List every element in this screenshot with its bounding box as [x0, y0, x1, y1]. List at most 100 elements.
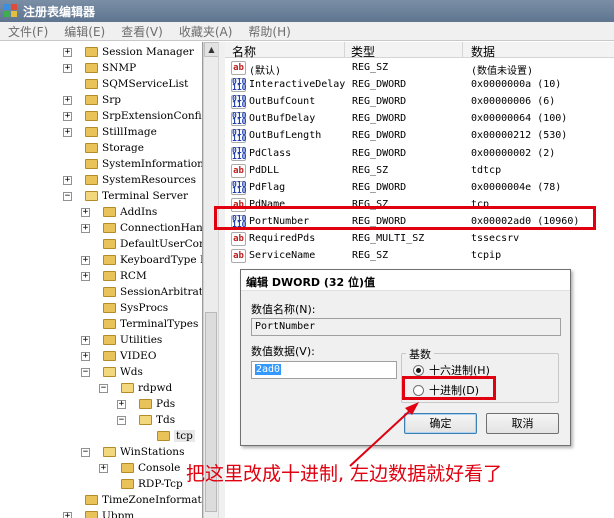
collapse-icon[interactable]: −	[81, 448, 90, 457]
tree-item-label: Utilities	[120, 334, 163, 346]
value-data: 0x00000002 (2)	[471, 147, 556, 159]
tree-item[interactable]: Console	[121, 460, 180, 476]
regedit-icon	[4, 4, 18, 18]
value-row[interactable]: 010 110 OutBufLength REG_DWORD 0x00000212 (…	[225, 128, 614, 145]
expand-icon[interactable]: +	[63, 128, 72, 137]
collapse-icon[interactable]: −	[81, 368, 90, 377]
tree-item[interactable]: Terminal Server	[85, 188, 188, 204]
expand-icon[interactable]: +	[63, 176, 72, 185]
tree-item-label: Tds	[156, 414, 176, 426]
expand-icon[interactable]: +	[81, 352, 90, 361]
tree-item[interactable]: RDP-Tcp	[121, 476, 183, 492]
tree-item[interactable]: WinStations	[103, 444, 184, 460]
cancel-button[interactable]: 取消	[486, 413, 559, 434]
tree-item[interactable]: rdpwd	[121, 380, 172, 396]
tree-item[interactable]: TerminalTypes	[103, 316, 198, 332]
registry-tree[interactable]: + Session Manager + SNMP SQMServiceList + Srp +…	[0, 42, 203, 518]
tree-item-label: SystemResources	[102, 174, 196, 186]
collapse-icon[interactable]: −	[117, 416, 126, 425]
menu-help[interactable]: 帮助(H)	[240, 23, 298, 40]
expand-icon[interactable]: +	[81, 336, 90, 345]
tree-item[interactable]: SystemInformation	[85, 156, 202, 172]
tree-item[interactable]: Pds	[139, 396, 175, 412]
tree-item-label: SNMP	[102, 62, 137, 74]
tree-item[interactable]: ConnectionHandler	[103, 220, 202, 236]
value-row[interactable]: 010 110 OutBufDelay REG_DWORD 0x00000064 (1…	[225, 111, 614, 128]
value-data: 0x00000064 (100)	[471, 113, 568, 125]
tree-item[interactable]: VIDEO	[103, 348, 156, 364]
expand-icon[interactable]: +	[63, 112, 72, 121]
menu-file[interactable]: 文件(F)	[0, 23, 56, 40]
tree-item[interactable]: Storage	[85, 140, 144, 156]
tree-item[interactable]: Tds	[139, 412, 175, 428]
column-type-header[interactable]: 类型	[351, 43, 375, 60]
tree-item[interactable]: StillImage	[85, 124, 157, 140]
tree-item[interactable]: Ubpm	[85, 508, 134, 518]
value-row[interactable]: ab ServiceName REG_SZ tcpip	[225, 248, 614, 265]
expand-icon[interactable]: +	[63, 48, 72, 57]
column-name-header[interactable]: 名称	[232, 43, 256, 60]
folder-icon	[103, 207, 116, 217]
folder-icon	[85, 143, 98, 153]
scroll-up-icon[interactable]: ▲	[204, 42, 219, 57]
menu-view[interactable]: 查看(V)	[113, 23, 171, 40]
string-value-icon: ab	[231, 163, 246, 178]
expand-icon[interactable]: +	[81, 272, 90, 281]
folder-icon	[85, 47, 98, 57]
tree-item[interactable]: AddIns	[103, 204, 157, 220]
pane-splitter[interactable]	[218, 42, 225, 518]
ok-button[interactable]: 确定	[404, 413, 477, 434]
tree-item[interactable]: Session Manager	[85, 44, 194, 60]
collapse-icon[interactable]: −	[99, 384, 108, 393]
expand-icon[interactable]: +	[99, 464, 108, 473]
value-row[interactable]: 010 110 PdClass REG_DWORD 0x00000002 (2)	[225, 146, 614, 163]
expand-icon[interactable]: +	[81, 224, 90, 233]
expand-icon[interactable]: +	[63, 96, 72, 105]
tree-item[interactable]: Utilities	[103, 332, 162, 348]
folder-icon	[85, 191, 98, 201]
value-row[interactable]: ab (默认) REG_SZ (数值未设置)	[225, 60, 614, 77]
menu-favorites[interactable]: 收藏夹(A)	[171, 23, 241, 40]
tree-item[interactable]: SQMServiceList	[85, 76, 188, 92]
value-row[interactable]: 010 110 OutBufCount REG_DWORD 0x00000006 (6…	[225, 94, 614, 111]
tree-item-label: Storage	[102, 142, 144, 154]
value-row[interactable]: ab PdDLL REG_SZ tdtcp	[225, 163, 614, 180]
tree-item[interactable]: TimeZoneInformation	[85, 492, 202, 508]
tree-item[interactable]: SystemResources	[85, 172, 196, 188]
tree-item-label: SrpExtensionConfig	[102, 110, 203, 122]
tree-item[interactable]: Srp	[85, 92, 121, 108]
tree-item[interactable]: SrpExtensionConfig	[85, 108, 203, 124]
value-row[interactable]: 010 110 InteractiveDelay REG_DWORD 0x000000…	[225, 77, 614, 94]
tree-item-label: rdpwd	[138, 382, 173, 394]
tree-item[interactable]: SysProcs	[103, 300, 168, 316]
tree-item[interactable]: SessionArbitrationHelper	[103, 284, 203, 300]
expand-icon[interactable]: +	[81, 208, 90, 217]
collapse-icon[interactable]: −	[63, 192, 72, 201]
menu-edit[interactable]: 编辑(E)	[56, 23, 113, 40]
expand-icon[interactable]: +	[117, 400, 126, 409]
value-type: REG_MULTI_SZ	[352, 233, 425, 244]
tree-item-label: SessionArbitrationHelper	[120, 286, 203, 298]
tree-item-label: TimeZoneInformation	[102, 494, 202, 506]
tree-scrollbar[interactable]: ▲	[203, 42, 219, 518]
tree-item[interactable]: KeyboardType Mapping	[103, 252, 202, 268]
value-type: REG_SZ	[352, 250, 389, 262]
folder-icon	[85, 127, 98, 137]
binary-value-icon: 010 110	[231, 128, 247, 144]
folder-icon	[103, 367, 116, 377]
value-row[interactable]: ab RequiredPds REG_MULTI_SZ tssecsrv	[225, 231, 614, 248]
value-row[interactable]: 010 110 PdFlag REG_DWORD 0x0000004e (78)	[225, 180, 614, 197]
folder-icon	[103, 239, 116, 249]
tree-item[interactable]: DefaultUserConfiguration	[103, 236, 202, 252]
tree-item[interactable]: RCM	[103, 268, 147, 284]
tree-item-label: Terminal Server	[102, 190, 189, 202]
expand-icon[interactable]: +	[63, 512, 72, 518]
column-data-header[interactable]: 数据	[471, 43, 495, 60]
tree-item[interactable]: SNMP	[85, 60, 136, 76]
expand-icon[interactable]: +	[81, 256, 90, 265]
expand-icon[interactable]: +	[63, 64, 72, 73]
tree-item[interactable]: tcp	[157, 428, 195, 444]
tree-item-label: RCM	[120, 270, 147, 282]
tree-item[interactable]: Wds	[103, 364, 143, 380]
value-data-field[interactable]: 2ad0	[251, 361, 397, 379]
